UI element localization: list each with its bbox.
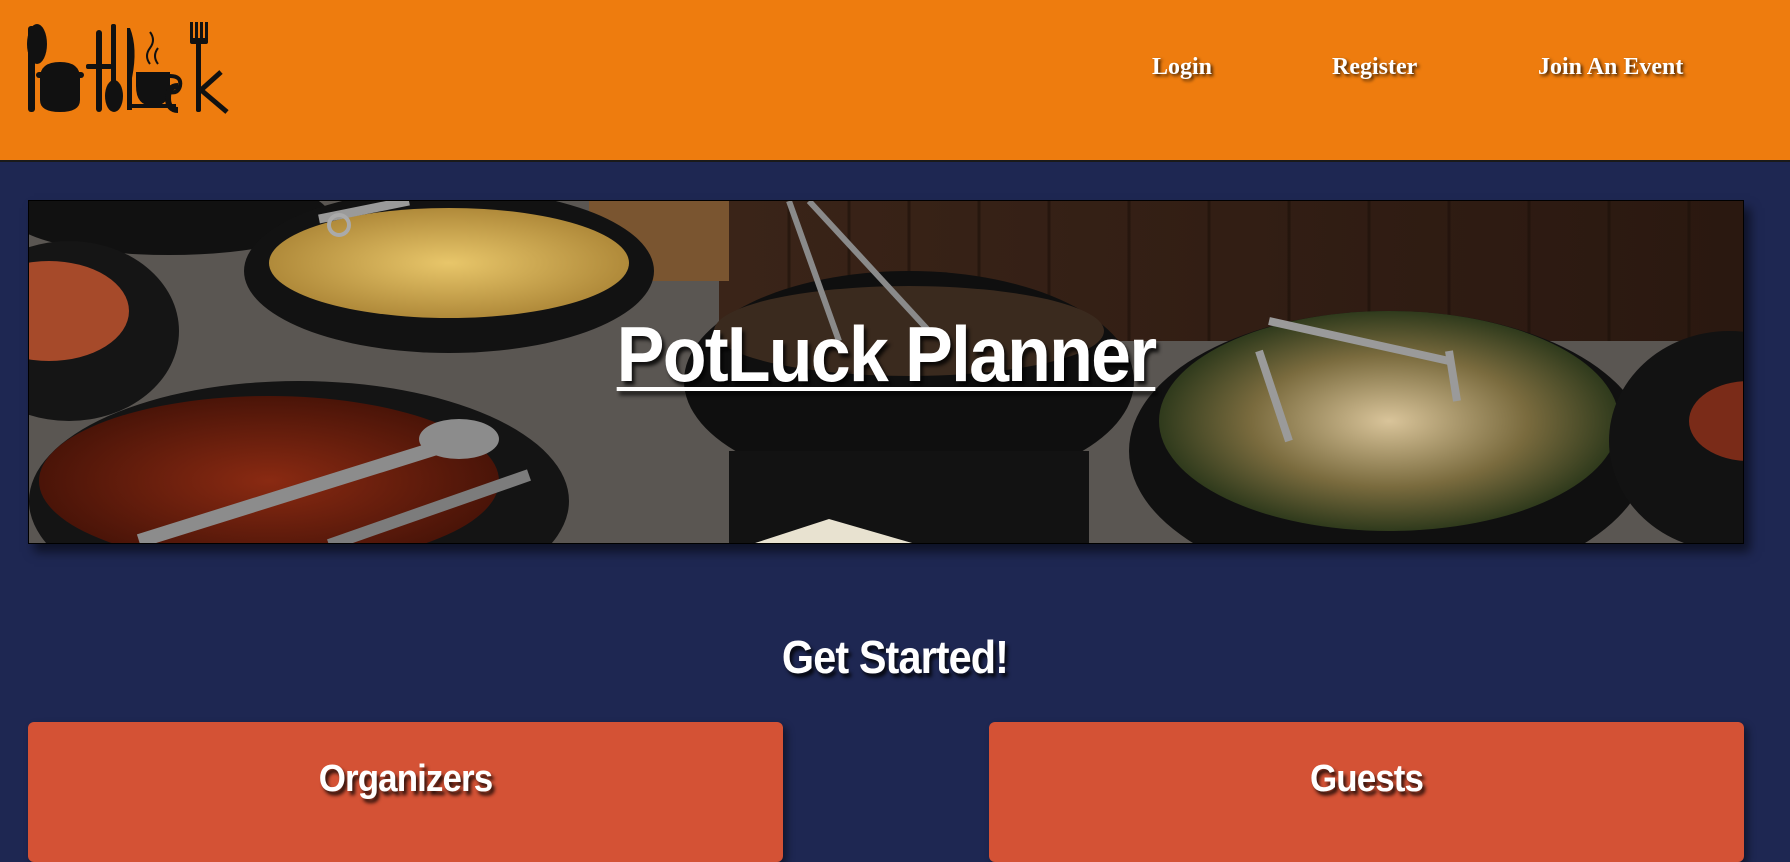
organizers-card-title: Organizers	[318, 758, 493, 800]
guests-card[interactable]: Guests	[989, 722, 1744, 862]
register-link[interactable]: Register	[1332, 54, 1417, 81]
guests-card-title: Guests	[1309, 758, 1424, 800]
hero-banner: PotLuck Planner	[28, 200, 1744, 544]
potluck-logo[interactable]	[26, 20, 232, 114]
utensils-logo-icon	[27, 22, 229, 114]
login-link[interactable]: Login	[1152, 54, 1212, 81]
organizers-card[interactable]: Organizers	[28, 722, 783, 862]
get-started-heading: Get Started!	[781, 631, 1009, 683]
hero-title: PotLuck Planner	[616, 310, 1157, 398]
site-header: Login Register Join An Event	[0, 0, 1790, 162]
join-event-link[interactable]: Join An Event	[1538, 54, 1683, 81]
